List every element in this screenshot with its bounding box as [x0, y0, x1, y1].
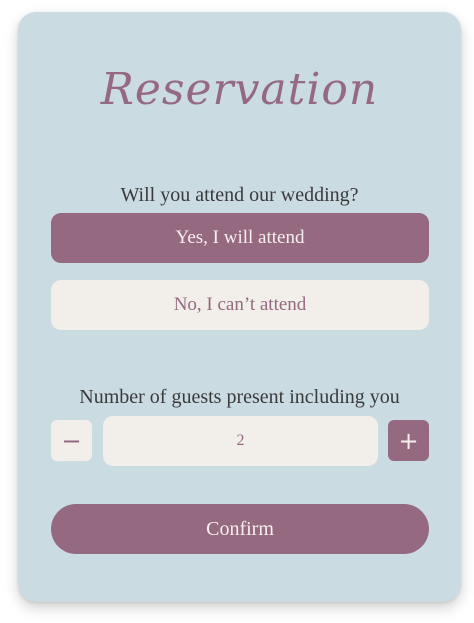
guests-count-field[interactable]: 2: [103, 416, 378, 466]
minus-icon: −: [61, 426, 82, 455]
page-title: Reservation: [100, 64, 379, 115]
decrement-guests-button[interactable]: −: [51, 420, 92, 461]
guests-label: Number of guests present including you: [79, 386, 400, 408]
confirm-button[interactable]: Confirm: [51, 504, 429, 554]
attend-no-button[interactable]: No, I can’t attend: [51, 280, 429, 330]
plus-icon: +: [398, 426, 419, 455]
increment-guests-button[interactable]: +: [388, 420, 429, 461]
attend-yes-button[interactable]: Yes, I will attend: [51, 213, 429, 263]
attendance-question: Will you attend our wedding?: [120, 184, 359, 206]
reservation-card: Reservation Will you attend our wedding?…: [18, 12, 461, 602]
